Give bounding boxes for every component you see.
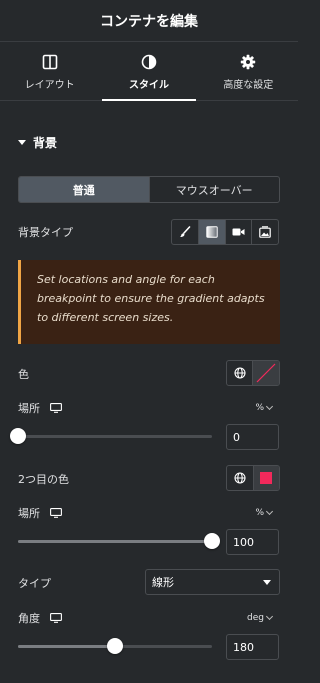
color2-control — [226, 465, 280, 491]
tab-layout[interactable]: レイアウト — [0, 43, 99, 100]
caret-down-icon — [18, 140, 26, 145]
angle-unit: deg — [247, 613, 264, 623]
angle-slider-fill — [18, 645, 115, 648]
color1-label: 色 — [18, 368, 29, 381]
tab-bar: レイアウト スタイル 高度な設定 — [0, 43, 298, 101]
brush-icon[interactable] — [172, 220, 198, 244]
gradient-type-select[interactable]: 線形 — [145, 569, 280, 595]
section-title: 背景 — [33, 136, 58, 150]
location2-input[interactable] — [226, 529, 279, 555]
tab-advanced[interactable]: 高度な設定 — [199, 43, 298, 100]
tab-style[interactable]: スタイル — [99, 43, 198, 101]
location1-slider[interactable] — [10, 428, 212, 444]
location2-row-label: 場所 — [18, 505, 62, 521]
location1-unit-select[interactable]: % — [255, 402, 274, 413]
gradient-type-label: タイプ — [18, 577, 51, 590]
angle-input[interactable] — [226, 634, 279, 660]
location2-unit: % — [255, 508, 264, 518]
slideshow-icon[interactable] — [251, 220, 278, 244]
contrast-icon — [141, 53, 157, 71]
gradient-icon[interactable] — [197, 220, 225, 244]
notice-text: Set locations and angle for each breakpo… — [37, 273, 265, 324]
angle-unit-select[interactable]: deg — [247, 612, 274, 623]
background-type-choices — [171, 219, 279, 245]
tab-layout-label: レイアウト — [24, 79, 75, 91]
angle-slider[interactable] — [18, 638, 212, 654]
location2-unit-select[interactable]: % — [255, 507, 274, 518]
location2-label: 場所 — [18, 507, 40, 520]
video-icon[interactable] — [224, 220, 252, 244]
location1-label: 場所 — [18, 402, 40, 415]
angle-label: 角度 — [18, 612, 40, 625]
chevron-down-icon — [265, 612, 274, 621]
location2-slider-handle[interactable] — [204, 533, 220, 549]
tab-advanced-label: 高度な設定 — [223, 79, 274, 91]
tab-style-label: スタイル — [128, 79, 169, 91]
color2-label: 2つ目の色 — [18, 473, 69, 486]
background-type-label: 背景タイプ — [18, 226, 73, 239]
globe-icon[interactable] — [227, 466, 253, 490]
color1-control — [226, 360, 280, 386]
globe-icon[interactable] — [227, 361, 252, 385]
panel-header: コンテナを編集 — [0, 0, 298, 42]
color2-swatch[interactable] — [252, 466, 279, 490]
breakpoint-notice: Set locations and angle for each breakpo… — [18, 260, 280, 344]
state-hover-button[interactable]: マウスオーバー — [148, 177, 280, 202]
desktop-icon — [50, 508, 62, 518]
layout-icon — [42, 53, 58, 71]
section-background-toggle[interactable]: 背景 — [18, 134, 57, 151]
location1-unit: % — [255, 403, 264, 413]
color2-swatch-fill — [260, 472, 273, 484]
location2-slider-fill — [18, 540, 212, 543]
caret-down-icon — [263, 579, 271, 585]
desktop-icon — [50, 613, 62, 623]
location1-row-label: 場所 — [18, 400, 62, 416]
gear-icon — [240, 53, 256, 71]
angle-slider-handle[interactable] — [107, 638, 123, 654]
desktop-icon — [50, 403, 62, 413]
location1-input[interactable] — [226, 424, 279, 450]
state-toggle: 普通 マウスオーバー — [18, 176, 280, 203]
gradient-type-value: 線形 — [152, 576, 174, 589]
color1-swatch[interactable] — [252, 361, 279, 385]
location2-slider[interactable] — [18, 533, 220, 549]
panel-title: コンテナを編集 — [100, 13, 198, 30]
chevron-down-icon — [265, 507, 274, 516]
state-normal-button[interactable]: 普通 — [19, 177, 149, 202]
chevron-down-icon — [265, 402, 274, 411]
location1-slider-handle[interactable] — [10, 428, 26, 444]
angle-row-label: 角度 — [18, 610, 62, 626]
